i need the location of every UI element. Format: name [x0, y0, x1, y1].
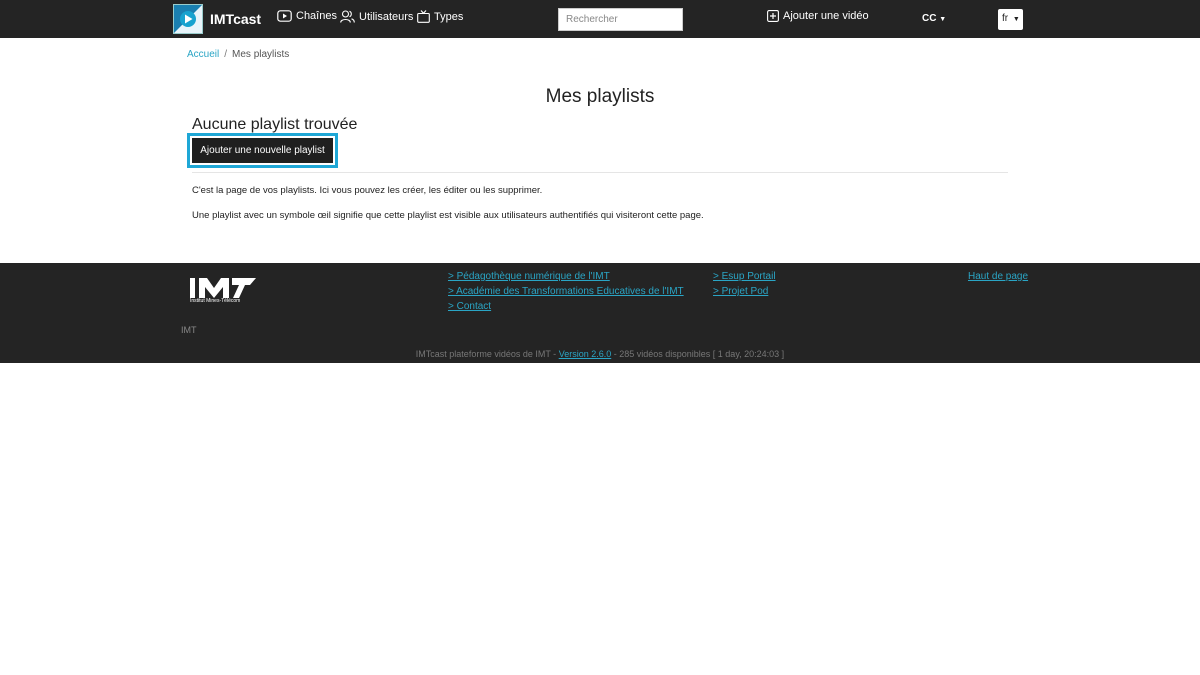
footer-link-projet-pod[interactable]: > Projet Pod [713, 286, 768, 297]
footer-note-suffix: - 285 vidéos disponibles [ 1 day, 20:24:… [611, 349, 785, 359]
description-paragraph: C'est la page de vos playlists. Ici vous… [192, 185, 543, 196]
version-link[interactable]: Version 2.6.0 [559, 349, 612, 359]
footer-link-academie[interactable]: > Académie des Transformations Educative… [448, 286, 684, 297]
empty-state-heading: Aucune playlist trouvée [192, 116, 358, 133]
users-icon [340, 10, 355, 23]
top-navbar: IMTcast Chaînes Utilisateurs Types Ajout… [0, 0, 1200, 38]
add-video-link[interactable]: Ajouter une vidéo [767, 10, 869, 22]
footer-note-prefix: IMTcast plateforme vidéos de IMT - [415, 349, 559, 359]
plus-square-icon [767, 10, 779, 22]
tv-icon [417, 10, 430, 23]
breadcrumb: Accueil / Mes playlists [187, 49, 289, 60]
breadcrumb-home-link[interactable]: Accueil [187, 49, 219, 60]
add-playlist-button[interactable]: Ajouter une nouvelle playlist [192, 138, 333, 163]
caret-down-icon: ▼ [939, 16, 947, 23]
nav-link-types[interactable]: Types [417, 10, 463, 23]
footer-note: IMTcast plateforme vidéos de IMT - Versi… [0, 349, 1200, 359]
footer: Institut Mines-Télécom > Pédagothèque nu… [0, 263, 1200, 363]
add-video-label: Ajouter une vidéo [783, 10, 869, 22]
footer-link-contact[interactable]: > Contact [448, 301, 491, 312]
imt-logo[interactable] [190, 278, 256, 298]
back-to-top-link[interactable]: Haut de page [968, 271, 1028, 282]
visibility-note-paragraph: Une playlist avec un symbole œil signifi… [192, 210, 704, 221]
page-title: Mes playlists [545, 86, 655, 107]
brand-name[interactable]: IMTcast [210, 11, 261, 27]
nav-link-label: Chaînes [296, 10, 337, 22]
nav-link-label: Types [434, 10, 464, 23]
imtcast-logo[interactable] [173, 4, 203, 34]
caret-down-icon: ▼ [1012, 16, 1020, 23]
imt-logo-caption: Institut Mines-Télécom [190, 298, 241, 304]
divider [192, 172, 1008, 173]
search-input[interactable] [558, 8, 683, 31]
breadcrumb-separator: / [224, 49, 228, 60]
play-logo-icon [174, 5, 202, 33]
language-label: fr [1002, 13, 1009, 24]
nav-link-label: Utilisateurs [359, 10, 414, 23]
cc-dropdown[interactable]: CC ▼ [922, 13, 946, 24]
footer-link-esup-portail[interactable]: > Esup Portail [713, 271, 776, 282]
add-playlist-highlight: Ajouter une nouvelle playlist [187, 133, 338, 168]
footer-link-pedagotheque[interactable]: > Pédagothèque numérique de l'IMT [448, 271, 610, 282]
nav-link-chaines[interactable]: Chaînes [277, 10, 337, 22]
nav-link-utilisateurs[interactable]: Utilisateurs [340, 10, 413, 23]
language-select[interactable]: fr ▼ [998, 9, 1023, 30]
footer-org-label: IMT [181, 325, 197, 335]
cc-label: CC [922, 13, 937, 24]
play-circle-icon [277, 10, 292, 22]
breadcrumb-current: Mes playlists [232, 49, 290, 60]
